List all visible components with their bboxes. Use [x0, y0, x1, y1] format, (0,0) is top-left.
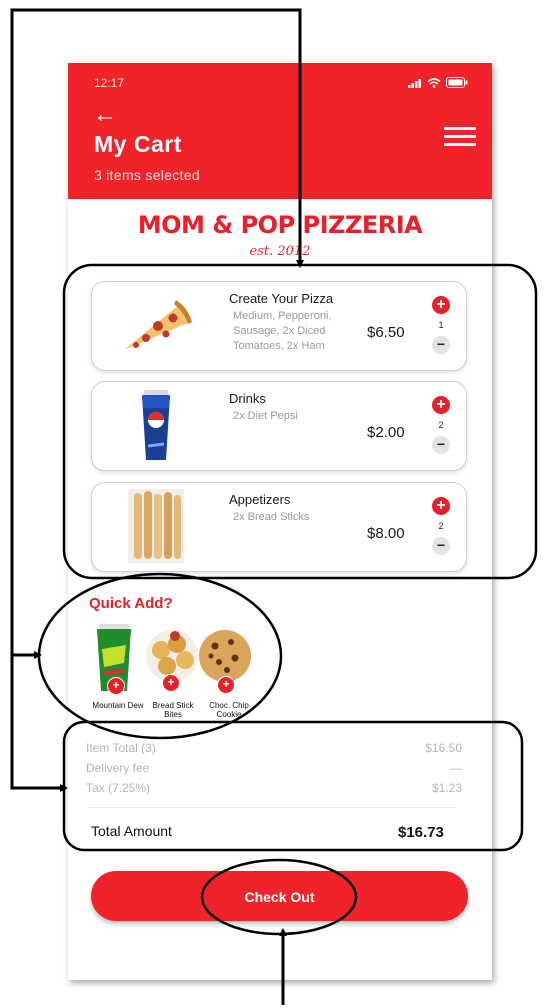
total-amount-label: Total Amount: [91, 823, 172, 839]
summary-divider: [88, 807, 456, 808]
quick-add-plus-button[interactable]: +: [217, 676, 235, 694]
restaurant-established: est. 2012: [249, 244, 311, 259]
quick-add-label: Mountain Dew: [92, 701, 144, 710]
decrease-qty-button[interactable]: −: [432, 336, 450, 354]
app-header: 12:17 ← My Cart 3 items selected: [68, 63, 492, 199]
quick-add-item[interactable]: +: [145, 626, 201, 696]
quick-add-plus-button[interactable]: +: [107, 677, 125, 695]
quick-add-item[interactable]: +: [197, 626, 253, 696]
summary-value: —: [450, 761, 462, 775]
summary-tax: Tax (7.25%) $1.23: [86, 781, 462, 795]
cart-item-name: Create Your Pizza: [229, 291, 334, 306]
cart-item-qty: 2: [438, 420, 444, 430]
back-arrow-icon[interactable]: ←: [93, 103, 117, 127]
summary-label: Delivery fee: [86, 761, 150, 775]
cart-item: Appetizers 2x Bread Sticks $8.00 + 2 −: [91, 482, 467, 572]
checkout-button[interactable]: Check Out: [91, 871, 468, 921]
soda-cup-icon: [142, 390, 170, 460]
quick-add-plus-button[interactable]: +: [162, 674, 180, 692]
summary-delivery-fee: Delivery fee —: [86, 761, 462, 775]
cart-item-description: 2x Diet Pepsi: [233, 410, 298, 422]
summary-label: Tax (7.25%): [86, 781, 151, 795]
battery-icon: [446, 77, 468, 88]
decrease-qty-button[interactable]: −: [432, 537, 450, 555]
cart-item-name: Appetizers: [229, 492, 291, 507]
quick-add-title: Quick Add?: [89, 595, 173, 612]
summary-value: $16.50: [425, 741, 462, 755]
phone-screen: 12:17 ← My Cart 3 items selected MOM & P…: [68, 63, 492, 980]
decrease-qty-button[interactable]: −: [432, 436, 450, 454]
cart-item: Drinks 2x Diet Pepsi $2.00 + 2 −: [91, 381, 467, 471]
signal-icon: [408, 78, 421, 88]
cart-item-price: $8.00: [367, 525, 405, 542]
cart-item-price: $6.50: [367, 324, 405, 341]
page-title: My Cart: [94, 131, 182, 157]
restaurant-logo: MOM & POP PIZZERIA: [137, 211, 423, 239]
status-time: 12:17: [94, 76, 125, 90]
cart-item-qty: 1: [438, 320, 444, 330]
increase-qty-button[interactable]: +: [432, 296, 450, 314]
quick-add-label: Bread Stick Bites: [152, 701, 194, 719]
quick-add-item[interactable]: +: [90, 623, 146, 695]
breadsticks-icon: [128, 489, 184, 563]
quick-add-label: Choc. Chip Cookie: [209, 701, 249, 719]
wifi-icon: [427, 77, 441, 88]
cart-item-description: 2x Bread Sticks: [233, 511, 310, 523]
cart-item-name: Drinks: [229, 391, 266, 406]
pizza-slice-icon: [124, 300, 192, 350]
increase-qty-button[interactable]: +: [432, 396, 450, 414]
summary-value: $1.23: [431, 781, 462, 795]
cart-item-qty: 2: [438, 521, 444, 531]
cart-item-price: $2.00: [367, 424, 405, 441]
items-selected-count: 3 items selected: [94, 167, 200, 183]
hamburger-menu-icon[interactable]: [444, 127, 476, 147]
cart-item: Create Your Pizza Medium, Pepperoni, Sau…: [91, 281, 467, 371]
cart-item-description: Medium, Pepperoni, Sausage, 2x Diced Tom…: [233, 310, 332, 352]
summary-item-total: Item Total (3) $16.50: [86, 741, 462, 755]
summary-label: Item Total (3): [86, 741, 156, 755]
total-amount-value: $16.73: [398, 824, 444, 841]
increase-qty-button[interactable]: +: [432, 497, 450, 515]
status-icons: [408, 77, 468, 88]
